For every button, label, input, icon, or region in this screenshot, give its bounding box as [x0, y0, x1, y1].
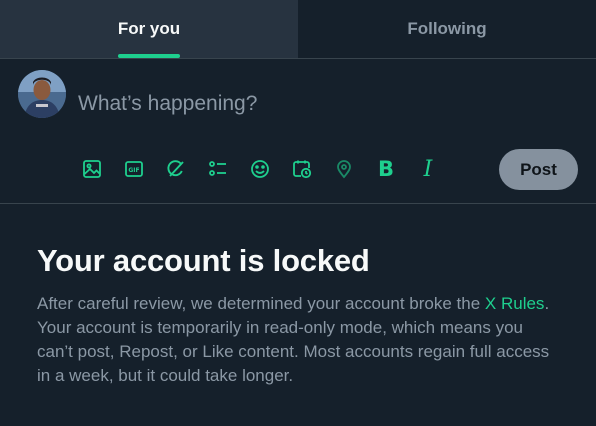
gif-icon[interactable]: GIF	[120, 155, 148, 183]
locked-description: After careful review, we determined your…	[37, 292, 557, 388]
tab-label: Following	[407, 19, 487, 38]
account-locked-notice: Your account is locked After careful rev…	[37, 242, 557, 388]
avatar[interactable]	[18, 70, 66, 118]
emoji-icon[interactable]	[246, 155, 274, 183]
compose-input[interactable]	[78, 89, 558, 119]
svg-text:GIF: GIF	[128, 167, 139, 174]
x-rules-link[interactable]: X Rules	[485, 294, 545, 313]
locked-title: Your account is locked	[37, 243, 370, 278]
timeline-tabs: For you Following	[0, 0, 596, 59]
tab-for-you[interactable]: For you	[0, 0, 298, 58]
poll-icon[interactable]	[204, 155, 232, 183]
image-icon[interactable]	[78, 155, 106, 183]
tab-label: For you	[117, 19, 181, 38]
post-button[interactable]: Post	[499, 149, 578, 190]
locked-text-start: After careful review, we determined your…	[37, 294, 485, 313]
bold-icon[interactable]: B	[372, 155, 400, 183]
tab-following[interactable]: Following	[298, 0, 596, 58]
active-tab-indicator	[118, 54, 180, 58]
grok-icon[interactable]	[162, 155, 190, 183]
post-composer: GIF	[0, 59, 596, 204]
italic-icon[interactable]: I	[414, 155, 442, 183]
composer-toolbar: GIF B I	[78, 155, 456, 183]
schedule-icon[interactable]	[288, 155, 316, 183]
location-icon[interactable]	[330, 155, 358, 183]
